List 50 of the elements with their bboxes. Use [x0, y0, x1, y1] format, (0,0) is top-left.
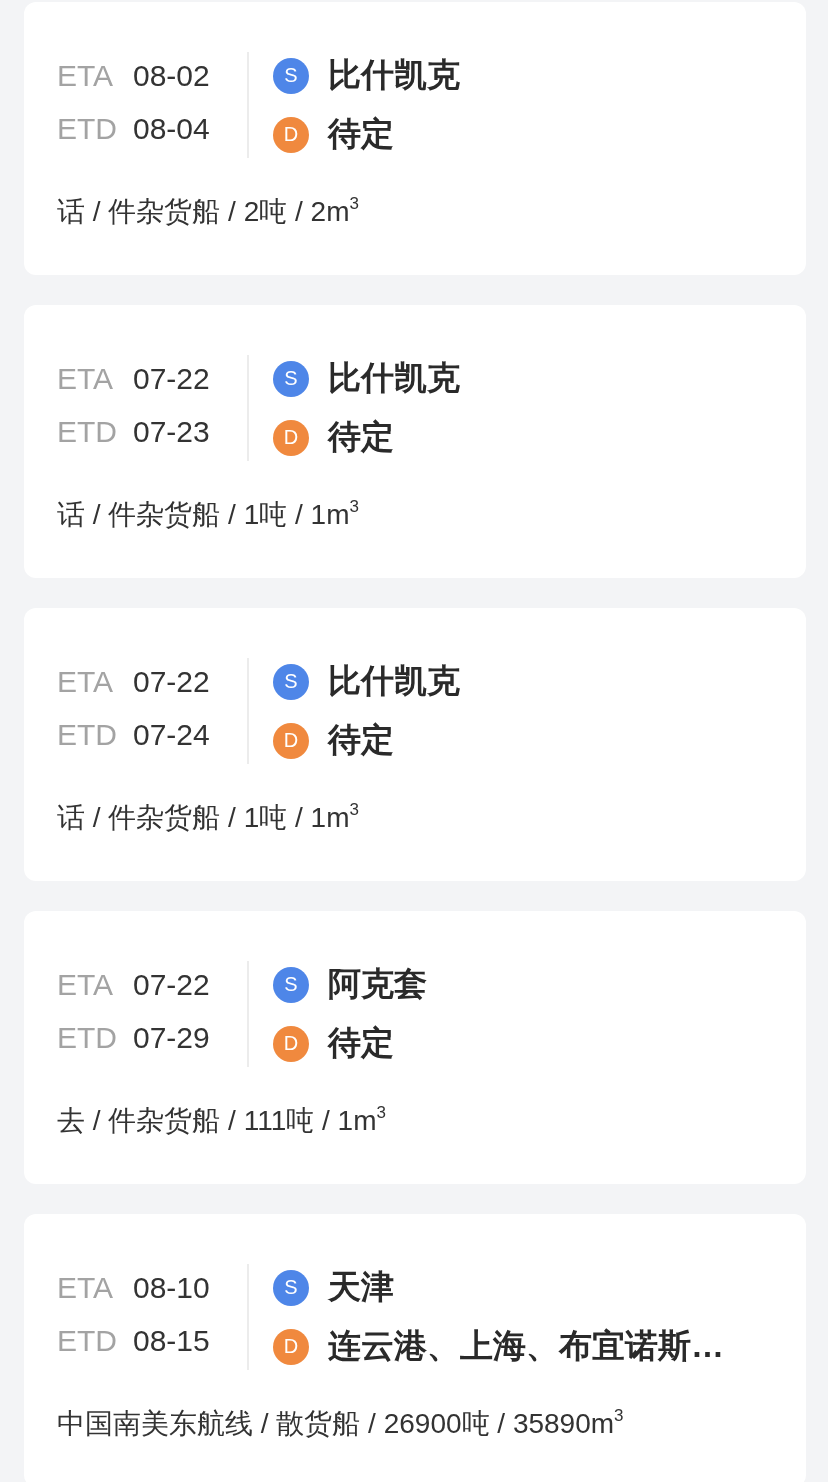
time-label: ETD [57, 414, 118, 449]
date-text: 07-22 [133, 967, 210, 1002]
port-name: 待定 [328, 114, 394, 154]
port-name: 待定 [328, 720, 394, 760]
port-name: 比什凯克 [328, 55, 460, 95]
time-label: ETD [57, 1020, 118, 1055]
shipment-card[interactable]: ETA 07-22 ETD 07-24 S 比什凯克 D 待定 话 / 件杂货船 / 1吨 / 1m$^{3}$ [24, 608, 806, 881]
port-badge: D [273, 1025, 309, 1062]
port-badge: D [273, 1328, 309, 1365]
date-text: 08-02 [133, 58, 210, 93]
port-badge: S [273, 57, 309, 94]
port-badge: S [273, 966, 309, 1003]
port-badge: S [273, 360, 309, 397]
port-badge: D [273, 116, 309, 153]
date-text: 07-22 [133, 361, 210, 396]
port-name: 连云港、上海、布宜诺斯… [328, 1326, 724, 1366]
date-text: 08-10 [133, 1270, 210, 1305]
shipment-card[interactable]: ETA 08-10 ETD 08-15 S 天津 D 连云港、上海、布宜诺斯… 中国南美东航线 / 散货船 / 26900吨 / 35890m$^{3}$ [24, 1214, 806, 1482]
shipment-card[interactable]: ETA 07-22 ETD 07-23 S 比什凯克 D 待定 话 / 件杂货船 / 1吨 / 1m$^{3}$ [24, 305, 806, 578]
time-label: ETA [57, 58, 115, 93]
port-badge: D [273, 722, 309, 759]
cargo-detail: 去 / 件杂货船 / 111吨 / 1m$^{3}$ [57, 1102, 387, 1138]
port-badge: D [273, 419, 309, 456]
time-label: ETA [57, 967, 115, 1002]
cargo-detail: 话 / 件杂货船 / 1吨 / 1m$^{3}$ [57, 496, 360, 532]
port-name: 待定 [328, 1023, 394, 1063]
port-badge: S [273, 1269, 309, 1306]
time-label: ETA [57, 1270, 115, 1305]
port-name: 天津 [328, 1267, 394, 1307]
port-name: 待定 [328, 417, 394, 457]
date-text: 08-04 [133, 111, 210, 146]
time-label: ETA [57, 361, 115, 396]
date-text: 08-15 [133, 1323, 210, 1358]
port-name: 比什凯克 [328, 661, 460, 701]
date-text: 07-23 [133, 414, 210, 449]
cargo-detail: 话 / 件杂货船 / 2吨 / 2m$^{3}$ [57, 193, 360, 229]
port-name: 阿克套 [328, 964, 427, 1004]
date-text: 07-22 [133, 664, 210, 699]
cargo-detail: 话 / 件杂货船 / 1吨 / 1m$^{3}$ [57, 799, 360, 835]
port-badge: S [273, 663, 309, 700]
shipment-card[interactable]: ETA 08-02 ETD 08-04 S 比什凯克 D 待定 话 / 件杂货船 / 2吨 / 2m$^{3}$ [24, 2, 806, 275]
date-text: 07-24 [133, 717, 210, 752]
time-label: ETA [57, 664, 115, 699]
time-label: ETD [57, 717, 118, 752]
port-name: 比什凯克 [328, 358, 460, 398]
time-label: ETD [57, 111, 118, 146]
cargo-detail: 中国南美东航线 / 散货船 / 26900吨 / 35890m$^{3}$ [57, 1405, 625, 1441]
date-text: 07-29 [133, 1020, 210, 1055]
shipment-card[interactable]: ETA 07-22 ETD 07-29 S 阿克套 D 待定 去 / 件杂货船 / 111吨 / 1m$^{3}$ [24, 911, 806, 1184]
time-label: ETD [57, 1323, 118, 1358]
